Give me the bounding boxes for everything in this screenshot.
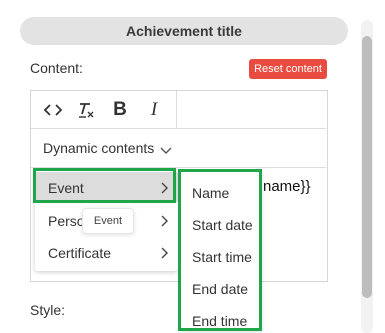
menu-item-label: Perso — [48, 213, 85, 229]
editor-toolbar: B I — [31, 91, 326, 129]
content-label: Content: — [30, 60, 83, 76]
toolbar-divider — [176, 91, 177, 128]
achievement-title-tab[interactable]: Achievement title — [20, 17, 348, 45]
editor-text[interactable]: name}} — [263, 178, 311, 195]
bold-icon[interactable]: B — [107, 91, 133, 128]
code-icon[interactable] — [39, 91, 67, 128]
scrollbar-thumb[interactable] — [362, 36, 372, 298]
dynamic-contents-label: Dynamic contents — [43, 140, 155, 156]
highlight-box-event — [33, 168, 176, 203]
highlight-box-submenu — [178, 169, 262, 331]
tooltip: Event — [82, 208, 134, 234]
chevron-right-icon — [161, 246, 169, 262]
italic-icon[interactable]: I — [141, 91, 167, 128]
chevron-right-icon — [161, 214, 169, 230]
style-label: Style: — [30, 302, 66, 318]
menu-item-certificate[interactable]: Certificate — [35, 237, 178, 267]
clear-format-icon[interactable] — [73, 91, 99, 128]
reset-content-button[interactable]: Reset content — [249, 59, 327, 79]
chevron-down-icon — [160, 142, 172, 160]
dynamic-contents-dropdown[interactable]: Dynamic contents — [31, 129, 326, 168]
achievement-title-label: Achievement title — [126, 23, 242, 39]
menu-item-label: Certificate — [48, 245, 112, 261]
